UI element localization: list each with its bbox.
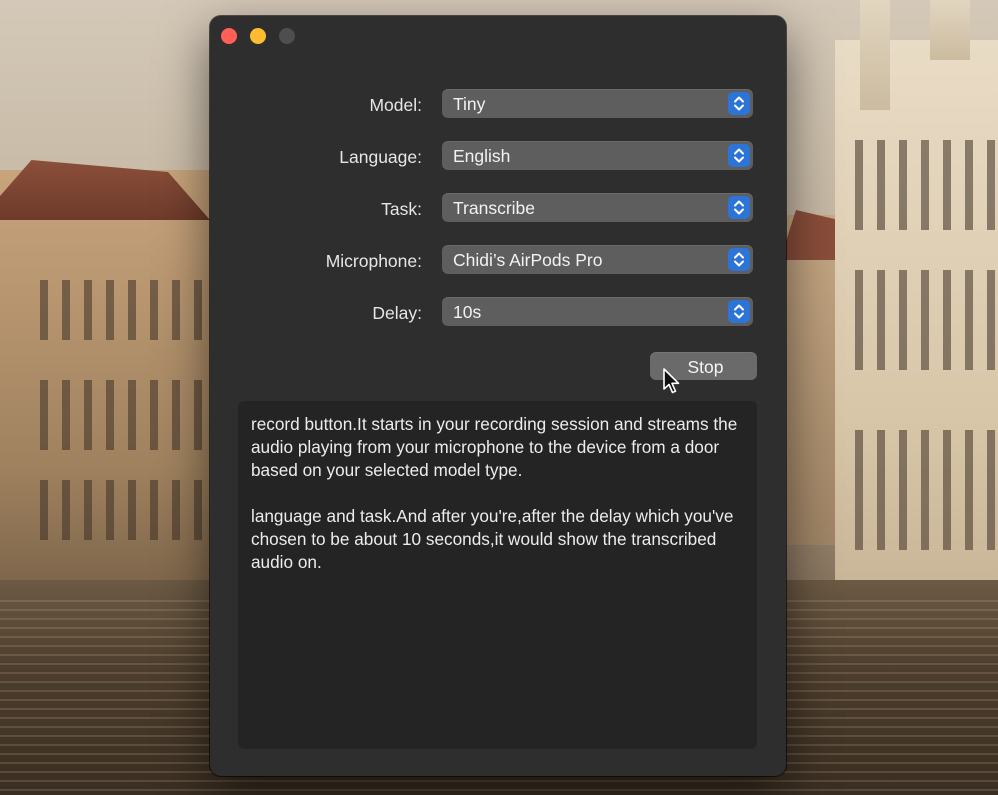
model-value: Tiny	[453, 94, 486, 114]
wallpaper-windows	[855, 140, 995, 230]
model-label: Model:	[369, 95, 422, 115]
delay-value: 10s	[453, 302, 482, 322]
language-row: Language: English	[210, 141, 786, 171]
wallpaper-tower	[860, 0, 890, 110]
language-label: Language:	[339, 147, 422, 167]
microphone-popup[interactable]: Chidi’s AirPods Pro	[442, 245, 753, 274]
microphone-value: Chidi’s AirPods Pro	[453, 250, 603, 270]
model-popup[interactable]: Tiny	[442, 89, 753, 118]
task-row: Task: Transcribe	[210, 193, 786, 223]
delay-row: Delay: 10s	[210, 297, 786, 327]
minimize-window-button[interactable]	[250, 28, 266, 44]
transcript-paragraph: record button.It starts in your recordin…	[251, 414, 743, 480]
wallpaper-windows	[855, 430, 995, 550]
chevron-up-down-icon	[728, 196, 750, 219]
wallpaper-windows	[40, 480, 210, 540]
chevron-up-down-icon	[728, 248, 750, 271]
delay-label: Delay:	[372, 303, 422, 323]
wallpaper-windows	[40, 380, 210, 450]
transcript-text-area[interactable]: record button.It starts in your recordin…	[238, 401, 757, 749]
wallpaper-windows	[40, 280, 210, 340]
app-window: Model: Tiny Language: English Task: Tran…	[210, 16, 786, 776]
window-titlebar[interactable]	[210, 16, 786, 56]
microphone-row: Microphone: Chidi’s AirPods Pro	[210, 245, 786, 275]
task-popup[interactable]: Transcribe	[442, 193, 753, 222]
task-value: Transcribe	[453, 198, 536, 218]
mouse-pointer-icon	[662, 368, 682, 396]
zoom-window-button	[279, 28, 295, 44]
wallpaper-tower	[930, 0, 970, 60]
chevron-up-down-icon	[728, 144, 750, 167]
close-window-button[interactable]	[221, 28, 237, 44]
transcript-paragraph: language and task.And after you're,after…	[251, 506, 739, 572]
language-popup[interactable]: English	[442, 141, 753, 170]
task-label: Task:	[381, 199, 422, 219]
wallpaper-windows	[855, 270, 995, 370]
chevron-up-down-icon	[728, 92, 750, 115]
chevron-up-down-icon	[728, 300, 750, 323]
model-row: Model: Tiny	[210, 89, 786, 119]
delay-popup[interactable]: 10s	[442, 297, 753, 326]
microphone-label: Microphone:	[325, 251, 422, 271]
language-value: English	[453, 146, 511, 166]
